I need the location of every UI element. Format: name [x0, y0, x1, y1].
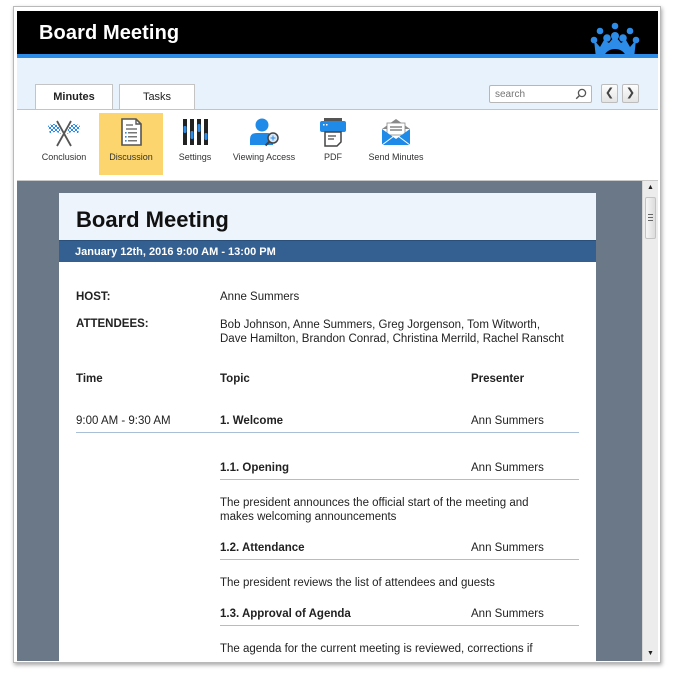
agenda-time: 9:00 AM - 9:30 AM: [76, 415, 171, 427]
column-header-presenter: Presenter: [471, 373, 525, 385]
agenda-divider: [76, 432, 579, 433]
agenda-divider: [220, 625, 579, 626]
document-page: Board Meeting January 12th, 2016 9:00 AM…: [59, 193, 596, 661]
title-bar: Board Meeting: [17, 11, 658, 58]
agenda-presenter: Ann Summers: [471, 542, 544, 554]
viewing-access-button[interactable]: Viewing Access: [225, 113, 303, 175]
column-header-topic: Topic: [220, 373, 250, 385]
document-title: Board Meeting: [76, 207, 229, 232]
viewing-access-label: Viewing Access: [232, 152, 296, 162]
agenda-presenter: Ann Summers: [471, 462, 544, 474]
printer-icon: [320, 118, 346, 147]
agenda-topic: 1. Welcome: [220, 415, 284, 427]
app-title: Board Meeting: [39, 22, 180, 44]
envelope-icon: [381, 119, 411, 146]
sliders-icon: [183, 119, 208, 145]
app-window: Board Meeting Minutes Tasks ❮ ❯: [13, 6, 661, 663]
agenda-description: The president announces the official sta…: [220, 497, 529, 509]
agenda-topic: 1.2. Attendance: [220, 542, 305, 554]
grip-icon: [648, 214, 653, 222]
attendees-line-1: Bob Johnson, Anne Summers, Greg Jorgenso…: [220, 319, 541, 331]
conclusion-label: Conclusion: [41, 152, 87, 162]
pdf-button[interactable]: PDF: [307, 113, 359, 175]
agenda-description: The agenda for the current meeting is re…: [220, 643, 533, 655]
search-box: [489, 85, 592, 103]
settings-label: Settings: [178, 152, 212, 162]
tab-tasks[interactable]: Tasks: [119, 84, 195, 110]
agenda-divider: [220, 479, 579, 480]
conclusion-button[interactable]: Conclusion: [31, 113, 97, 175]
ribbon-toolbar: Conclusion Discussion Settings Viewing A…: [17, 110, 658, 181]
agenda-divider: [220, 559, 579, 560]
agenda-presenter: Ann Summers: [471, 415, 544, 427]
attendees-line-2: Dave Hamilton, Brandon Conrad, Christina…: [220, 333, 564, 345]
vertical-scrollbar[interactable]: ▲ ▼: [642, 181, 658, 661]
send-minutes-label: Send Minutes: [368, 152, 424, 162]
send-minutes-button[interactable]: Send Minutes: [361, 113, 431, 175]
search-icon[interactable]: [575, 88, 587, 100]
toolbar-area: Minutes Tasks ❮ ❯: [17, 58, 658, 181]
scroll-down-arrow-icon[interactable]: ▼: [643, 647, 658, 661]
previous-button[interactable]: ❮: [601, 84, 618, 103]
document-viewer: Board Meeting January 12th, 2016 9:00 AM…: [17, 181, 642, 661]
agenda-topic: 1.3. Approval of Agenda: [220, 608, 351, 620]
agenda-presenter: Ann Summers: [471, 608, 544, 620]
search-input[interactable]: [495, 88, 573, 101]
column-header-time: Time: [76, 373, 103, 385]
settings-button[interactable]: Settings: [165, 113, 225, 175]
user-search-icon: [250, 118, 279, 147]
checkered-flags-icon: [48, 120, 80, 147]
discussion-label: Discussion: [109, 152, 153, 162]
pdf-label: PDF: [324, 152, 342, 162]
next-button[interactable]: ❯: [622, 84, 639, 103]
agenda-description: makes welcoming announcements: [220, 511, 397, 523]
agenda-description: The president reviews the list of attend…: [220, 577, 495, 589]
agenda-topic: 1.1. Opening: [220, 462, 290, 474]
date-bar: January 12th, 2016 9:00 AM - 13:00 PM: [59, 240, 596, 262]
document-icon: [121, 118, 142, 146]
attendees-label: ATTENDEES:: [76, 318, 149, 330]
page-header: Board Meeting: [59, 193, 596, 240]
scroll-up-arrow-icon[interactable]: ▲: [643, 181, 658, 195]
meeting-date-time: January 12th, 2016 9:00 AM - 13:00 PM: [75, 246, 276, 258]
discussion-button[interactable]: Discussion: [99, 113, 163, 175]
tab-minutes[interactable]: Minutes: [35, 84, 113, 111]
host-label: HOST:: [76, 291, 111, 303]
host-value: Anne Summers: [220, 291, 300, 303]
crown-people-logo-icon: [590, 22, 640, 58]
scroll-thumb[interactable]: [645, 197, 656, 239]
